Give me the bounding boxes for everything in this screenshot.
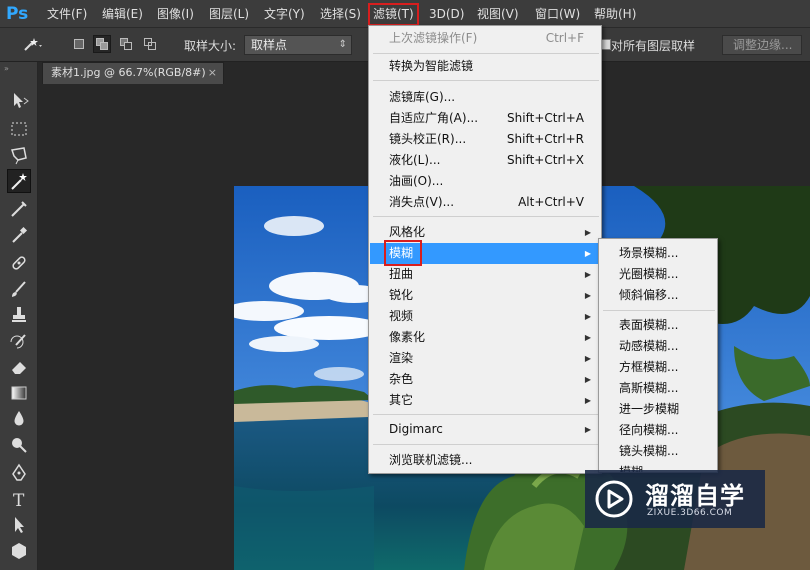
add-to-selection-icon[interactable] xyxy=(93,35,111,53)
lasso-tool-icon[interactable] xyxy=(8,144,30,166)
play-logo-icon xyxy=(595,480,633,518)
menu-3d[interactable]: 3D(D) xyxy=(429,6,464,23)
intersect-selection-icon[interactable] xyxy=(142,36,158,52)
separator xyxy=(373,444,599,445)
blur-item-radial-blur[interactable]: 径向模糊... xyxy=(600,420,716,441)
filter-menu-item-render[interactable]: 渲染 ▶ xyxy=(370,348,600,369)
watermark-title: 溜溜自学 xyxy=(645,482,745,510)
blur-item-iris-blur[interactable]: 光圈模糊... xyxy=(600,264,716,285)
filter-menu-item-sharpen[interactable]: 锐化 ▶ xyxy=(370,285,600,306)
filter-menu-item-liquify[interactable]: 液化(L)... Shift+Ctrl+X xyxy=(370,150,600,171)
sample-size-select[interactable]: 取样点 ⇕ xyxy=(244,35,352,55)
type-tool-icon[interactable]: T xyxy=(8,488,30,511)
eyedropper-tool-icon[interactable] xyxy=(8,224,30,246)
clone-stamp-tool-icon[interactable] xyxy=(8,304,30,326)
filter-menu-item-oil-paint[interactable]: 油画(O)... xyxy=(370,171,600,192)
annotation-red-box xyxy=(384,240,422,266)
filter-menu-item-video[interactable]: 视频 ▶ xyxy=(370,306,600,327)
filter-menu-item-pixelate[interactable]: 像素化 ▶ xyxy=(370,327,600,348)
submenu-arrow-icon: ▶ xyxy=(584,333,591,342)
blur-item-motion-blur[interactable]: 动感模糊... xyxy=(600,336,716,357)
menu-bar: Ps 文件(F) 编辑(E) 图像(I) 图层(L) 文字(Y) 选择(S) 滤… xyxy=(0,0,810,28)
select-arrows-icon: ⇕ xyxy=(338,39,347,50)
filter-menu-item-digimarc[interactable]: Digimarc ▶ xyxy=(370,419,600,440)
collapse-icon[interactable]: » xyxy=(4,64,9,73)
sample-all-layers-label: 对所有图层取样 xyxy=(611,39,696,53)
filter-menu-item-blur[interactable]: 模糊 ▶ xyxy=(370,240,600,266)
filter-menu-item-other[interactable]: 其它 ▶ xyxy=(370,390,600,411)
subtract-from-selection-icon[interactable] xyxy=(118,36,134,52)
watermark: 溜溜自学 ZIXUE.3D66.COM xyxy=(585,470,765,528)
sample-size-value: 取样点 xyxy=(251,38,288,52)
submenu-arrow-icon: ▶ xyxy=(584,270,591,279)
photoshop-logo: Ps xyxy=(6,4,29,24)
move-tool-icon[interactable] xyxy=(8,90,30,112)
blur-tool-icon[interactable] xyxy=(8,408,30,430)
pen-tool-icon[interactable] xyxy=(8,462,30,484)
separator xyxy=(373,414,599,415)
separator xyxy=(373,53,599,54)
blur-item-blur-more[interactable]: 进一步模糊 xyxy=(600,399,716,420)
filter-menu-item-browse-online[interactable]: 浏览联机滤镜... xyxy=(370,450,600,471)
separator xyxy=(373,216,599,217)
blur-item-gaussian-blur[interactable]: 高斯模糊... xyxy=(600,378,716,399)
menu-image[interactable]: 图像(I) xyxy=(157,6,194,23)
magic-wand-preset-icon[interactable] xyxy=(22,36,42,52)
dodge-tool-icon[interactable] xyxy=(8,434,30,456)
crop-tool-icon[interactable] xyxy=(8,198,30,220)
separator xyxy=(603,310,715,311)
path-selection-tool-icon[interactable] xyxy=(8,514,30,536)
menu-layer[interactable]: 图层(L) xyxy=(209,6,249,23)
blur-submenu: 场景模糊... 光圈模糊... 倾斜偏移... 表面模糊... 动感模糊... … xyxy=(598,238,718,473)
blur-item-lens-blur[interactable]: 镜头模糊... xyxy=(600,441,716,462)
close-icon[interactable]: × xyxy=(208,63,217,83)
filter-menu-item-filter-gallery[interactable]: 滤镜库(G)... xyxy=(370,87,600,108)
sample-size-label: 取样大小: xyxy=(184,39,237,53)
blur-item-surface-blur[interactable]: 表面模糊... xyxy=(600,315,716,336)
filter-menu-item-distort[interactable]: 扭曲 ▶ xyxy=(370,264,600,285)
refine-edge-button[interactable]: 调整边缘... xyxy=(722,35,802,55)
menu-filter[interactable]: 滤镜(T) xyxy=(368,3,419,26)
blur-item-box-blur[interactable]: 方框模糊... xyxy=(600,357,716,378)
filter-menu-item-last-filter[interactable]: 上次滤镜操作(F) Ctrl+F xyxy=(370,28,600,49)
submenu-arrow-icon: ▶ xyxy=(584,396,591,405)
menu-type[interactable]: 文字(Y) xyxy=(264,6,305,23)
submenu-arrow-icon: ▶ xyxy=(584,228,591,237)
marquee-tool-icon[interactable] xyxy=(8,118,30,140)
magic-wand-tool-icon[interactable] xyxy=(7,169,31,193)
filter-menu: 上次滤镜操作(F) Ctrl+F 转换为智能滤镜 滤镜库(G)... 自适应广角(… xyxy=(368,25,602,474)
menu-select[interactable]: 选择(S) xyxy=(320,6,361,23)
submenu-arrow-icon: ▶ xyxy=(584,249,591,258)
submenu-arrow-icon: ▶ xyxy=(584,425,591,434)
blur-item-field-blur[interactable]: 场景模糊... xyxy=(600,243,716,264)
new-selection-icon[interactable] xyxy=(72,36,88,52)
separator xyxy=(373,80,599,81)
shape-tool-icon[interactable] xyxy=(8,540,30,562)
eraser-tool-icon[interactable] xyxy=(8,356,30,378)
watermark-url: ZIXUE.3D66.COM xyxy=(647,508,733,518)
filter-menu-item-convert-smart[interactable]: 转换为智能滤镜 xyxy=(370,56,600,77)
toolbox: » T xyxy=(0,62,38,570)
submenu-arrow-icon: ▶ xyxy=(584,291,591,300)
menu-help[interactable]: 帮助(H) xyxy=(594,6,636,23)
filter-menu-item-vanishing-point[interactable]: 消失点(V)... Alt+Ctrl+V xyxy=(370,192,600,213)
document-title: 素材1.jpg @ 66.7%(RGB/8#) xyxy=(51,66,206,79)
gradient-tool-icon[interactable] xyxy=(8,382,30,404)
healing-brush-tool-icon[interactable] xyxy=(8,252,30,274)
filter-menu-item-lens-correction[interactable]: 镜头校正(R)... Shift+Ctrl+R xyxy=(370,129,600,150)
blur-item-tilt-shift[interactable]: 倾斜偏移... xyxy=(600,285,716,306)
menu-file[interactable]: 文件(F) xyxy=(47,6,87,23)
menu-window[interactable]: 窗口(W) xyxy=(535,6,580,23)
submenu-arrow-icon: ▶ xyxy=(584,375,591,384)
menu-view[interactable]: 视图(V) xyxy=(477,6,519,23)
filter-menu-item-noise[interactable]: 杂色 ▶ xyxy=(370,369,600,390)
filter-menu-item-adaptive-wide-angle[interactable]: 自适应广角(A)... Shift+Ctrl+A xyxy=(370,108,600,129)
brush-tool-icon[interactable] xyxy=(8,278,30,300)
submenu-arrow-icon: ▶ xyxy=(584,354,591,363)
history-brush-tool-icon[interactable] xyxy=(8,330,30,352)
svg-text:T: T xyxy=(13,491,25,510)
document-tab[interactable]: 素材1.jpg @ 66.7%(RGB/8#) × xyxy=(42,62,224,84)
menu-edit[interactable]: 编辑(E) xyxy=(102,6,143,23)
submenu-arrow-icon: ▶ xyxy=(584,312,591,321)
